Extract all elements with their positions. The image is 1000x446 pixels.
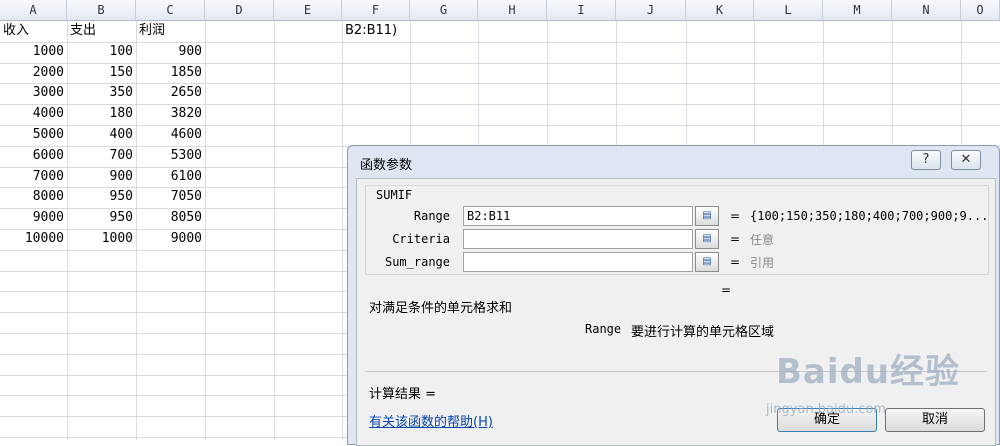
criteria-collapse-icon[interactable]: ▤ bbox=[695, 229, 719, 249]
column-header-k[interactable]: K bbox=[686, 0, 754, 21]
criteria-equals: = bbox=[730, 232, 741, 246]
criteria-label: Criteria bbox=[392, 232, 450, 246]
data-cell[interactable]: 1000 bbox=[0, 42, 67, 62]
range-collapse-icon[interactable]: ▤ bbox=[695, 206, 719, 226]
watermark-url: jingyan.baidu.com bbox=[766, 402, 886, 417]
data-cell[interactable]: 7050 bbox=[136, 187, 205, 207]
data-cell[interactable]: 700 bbox=[67, 146, 136, 166]
data-cell[interactable]: 950 bbox=[67, 187, 136, 207]
range-input[interactable]: B2:B11 bbox=[463, 206, 693, 226]
column-header-d[interactable]: D bbox=[205, 0, 274, 21]
header-cell[interactable]: 收入 bbox=[0, 21, 67, 41]
column-header-o[interactable]: O bbox=[961, 0, 1000, 21]
column-header-l[interactable]: L bbox=[754, 0, 823, 21]
data-cell[interactable]: 8000 bbox=[0, 187, 67, 207]
data-cell[interactable]: 10000 bbox=[0, 229, 67, 249]
data-cell[interactable]: 180 bbox=[67, 104, 136, 124]
data-cell[interactable]: 900 bbox=[67, 167, 136, 187]
data-cell[interactable]: 4600 bbox=[136, 125, 205, 145]
argument-name: Range bbox=[585, 322, 622, 336]
column-header-g[interactable]: G bbox=[410, 0, 478, 21]
data-cell[interactable]: 5300 bbox=[136, 146, 205, 166]
column-header-a[interactable]: A bbox=[0, 0, 67, 21]
data-cell[interactable]: 1850 bbox=[136, 63, 205, 83]
column-header-e[interactable]: E bbox=[274, 0, 342, 21]
criteria-input[interactable] bbox=[463, 229, 693, 249]
data-cell[interactable]: 950 bbox=[67, 208, 136, 228]
data-cell[interactable]: 400 bbox=[67, 125, 136, 145]
data-cell[interactable]: 100 bbox=[67, 42, 136, 62]
column-header-c[interactable]: C bbox=[136, 0, 205, 21]
data-cell[interactable]: 150 bbox=[67, 63, 136, 83]
range-equals: = bbox=[730, 209, 741, 223]
header-cell[interactable]: 支出 bbox=[67, 21, 136, 41]
range-result: {100;150;350;180;400;700;900;9... bbox=[750, 209, 989, 223]
column-header-m[interactable]: M bbox=[823, 0, 892, 21]
sum-range-input[interactable] bbox=[463, 252, 693, 272]
column-header-f[interactable]: F bbox=[342, 0, 410, 21]
function-description: 对满足条件的单元格求和 bbox=[369, 301, 513, 316]
column-header-n[interactable]: N bbox=[892, 0, 961, 21]
data-cell[interactable]: 3000 bbox=[0, 83, 67, 103]
function-name: SUMIF bbox=[376, 188, 413, 202]
data-cell[interactable]: 9000 bbox=[136, 229, 205, 249]
data-cell[interactable]: 6000 bbox=[0, 146, 67, 166]
data-cell[interactable]: 350 bbox=[67, 83, 136, 103]
data-cell[interactable]: 2000 bbox=[0, 63, 67, 83]
help-icon[interactable]: ? bbox=[911, 150, 941, 170]
column-header-j[interactable]: J bbox=[616, 0, 686, 21]
data-cell[interactable]: 2650 bbox=[136, 83, 205, 103]
data-cell[interactable]: 9000 bbox=[0, 208, 67, 228]
watermark: Baidu经验 jingyan.baidu.com bbox=[756, 330, 1000, 440]
close-icon[interactable]: ✕ bbox=[951, 150, 981, 170]
formula-overflow-text[interactable]: B2:B11) bbox=[342, 21, 410, 41]
range-label: Range bbox=[413, 209, 450, 223]
data-cell[interactable]: 1000 bbox=[67, 229, 136, 249]
function-group: SUMIF Range B2:B11 ▤ = {100;150;350;180;… bbox=[365, 185, 989, 275]
data-cell[interactable]: 3820 bbox=[136, 104, 205, 124]
data-cell[interactable]: 5000 bbox=[0, 125, 67, 145]
calculation-result: 计算结果 = bbox=[369, 387, 437, 402]
sum-range-collapse-icon[interactable]: ▤ bbox=[695, 252, 719, 272]
sum-range-result: 引用 bbox=[750, 256, 775, 270]
data-cell[interactable]: 900 bbox=[136, 42, 205, 62]
dialog-title: 函数参数 bbox=[360, 158, 413, 173]
dialog-titlebar[interactable]: 函数参数 ? ✕ bbox=[348, 146, 999, 178]
function-result-equals: = bbox=[721, 283, 732, 297]
column-header-i[interactable]: I bbox=[547, 0, 616, 21]
column-header-b[interactable]: B bbox=[67, 0, 136, 21]
criteria-result: 任意 bbox=[750, 233, 775, 247]
column-header-h[interactable]: H bbox=[478, 0, 547, 21]
watermark-logo: Baidu经验 bbox=[776, 352, 961, 392]
data-cell[interactable]: 7000 bbox=[0, 167, 67, 187]
data-cell[interactable]: 8050 bbox=[136, 208, 205, 228]
help-link[interactable]: 有关该函数的帮助(H) bbox=[369, 411, 493, 430]
data-cell[interactable]: 6100 bbox=[136, 167, 205, 187]
data-cell[interactable]: 4000 bbox=[0, 104, 67, 124]
sum-range-label: Sum_range bbox=[384, 255, 450, 269]
header-cell[interactable]: 利润 bbox=[136, 21, 205, 41]
sum-range-equals: = bbox=[730, 255, 741, 269]
argument-description: 要进行计算的单元格区域 bbox=[631, 325, 775, 340]
